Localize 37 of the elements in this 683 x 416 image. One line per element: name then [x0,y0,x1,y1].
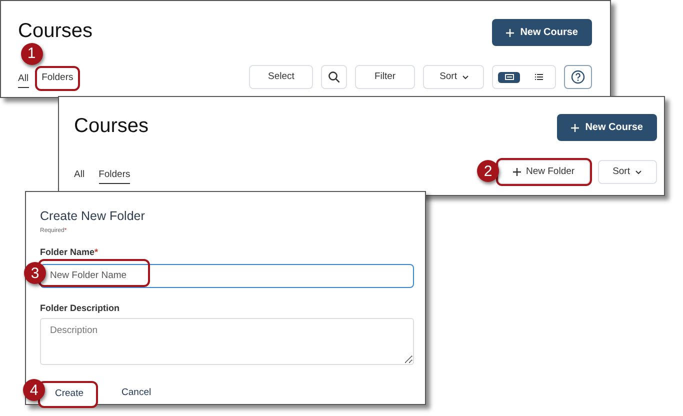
folder-name-field[interactable]: New Folder Name [40,264,414,288]
callout-number: 4 [23,379,45,402]
sort-button[interactable]: Sort [422,65,484,89]
tab[interactable]: All [74,166,85,184]
help-button[interactable] [564,65,592,89]
sort-button[interactable]: Sort [598,160,657,184]
plus-icon [506,28,514,36]
field-label: Folder Description [40,302,121,315]
plus-icon [571,124,580,132]
list-icon [535,74,543,80]
help-icon [571,70,585,84]
description-field[interactable]: Description [40,318,414,366]
search-icon [328,71,340,83]
card-view-icon [504,74,514,80]
caret-icon [635,170,642,174]
view-option[interactable] [498,72,520,82]
tab[interactable]: All [18,71,29,88]
plus-icon [512,168,521,176]
dialog-title: Create New Folder [40,208,146,225]
create-button[interactable]: Create [40,383,96,406]
tab[interactable]: Folders [36,68,78,89]
field-label: Folder Name [40,246,95,259]
cancel-button[interactable]: Cancel [116,384,158,401]
toolbar-button[interactable]: Select [249,65,314,89]
tab[interactable]: Folders [98,166,130,184]
callout-number: 3 [24,262,46,284]
callout-number: 1 [20,42,43,65]
toolbar-button[interactable]: Filter [355,65,415,89]
callout-number: 2 [476,160,499,182]
page-title: Courses [74,114,148,138]
new-course-button[interactable]: New Course [557,114,657,141]
caret-icon [462,74,469,80]
page-title: Courses [18,19,92,43]
search-button[interactable] [321,65,348,89]
required-asterisk: * [94,246,98,259]
new-folder-button[interactable]: New Folder [498,160,590,184]
new-course-button[interactable]: New Course [492,19,592,46]
